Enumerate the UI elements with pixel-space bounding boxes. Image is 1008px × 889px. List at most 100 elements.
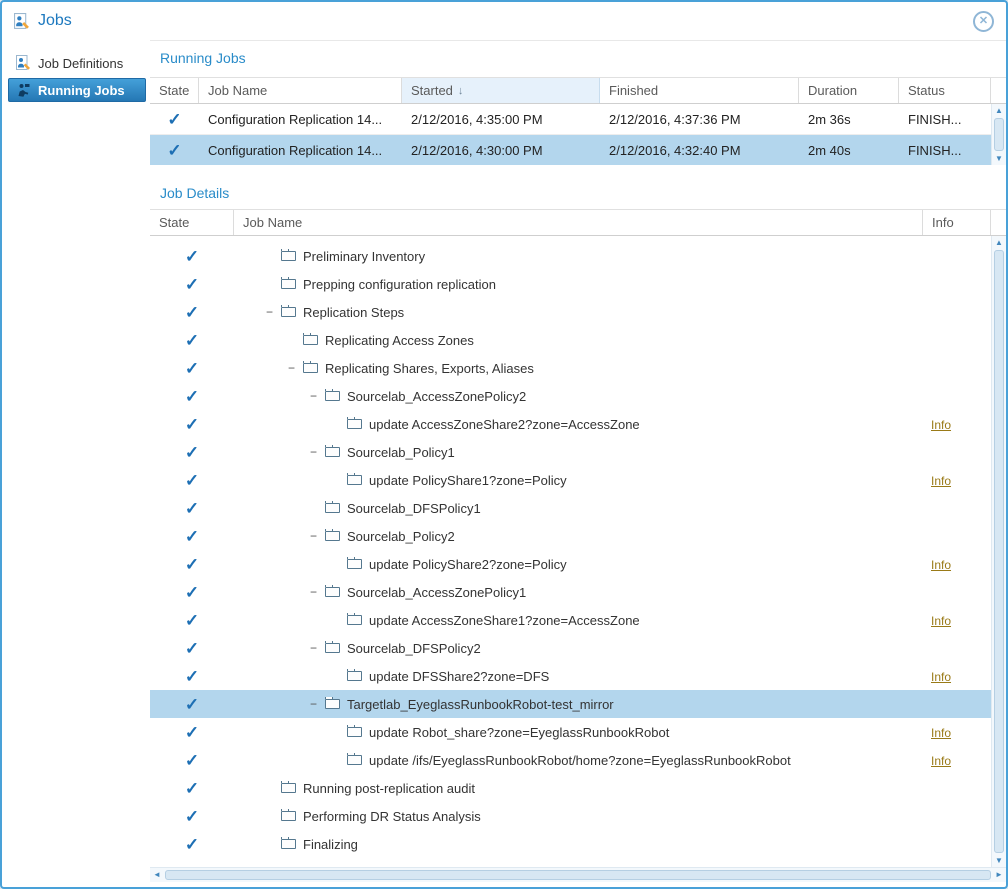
expander-collapse-icon[interactable]: − [266,305,280,319]
tree-row[interactable]: ✓ − Sourcelab_Policy2 [150,522,991,550]
cell-info: Info [923,473,991,488]
scrollbar-thumb[interactable] [994,118,1004,151]
info-link[interactable]: Info [931,670,951,684]
cell-finished: 2/12/2016, 4:37:36 PM [609,111,741,127]
cell-state: ✓ [150,556,234,573]
tree-row[interactable]: ✓ − Sourcelab_AccessZonePolicy2 [150,382,991,410]
tree-row[interactable]: ✓ update AccessZoneShare1?zone=AccessZone… [150,606,991,634]
tree-row[interactable]: ✓ − Sourcelab_AccessZonePolicy1 [150,578,991,606]
tree-row[interactable]: ✓ − Sourcelab_Policy1 [150,438,991,466]
check-icon: ✓ [184,442,200,462]
cell-state: ✓ [150,416,234,433]
tree-row[interactable]: ✓ Finalizing [150,830,991,858]
sidebar-item-job-definitions[interactable]: Job Definitions [8,51,146,75]
check-icon: ✓ [184,470,200,490]
info-link[interactable]: Info [931,754,951,768]
running-job-row[interactable]: ✓ Configuration Replication 14... 2/12/201… [150,104,991,135]
expander-collapse-icon[interactable]: − [310,585,324,599]
folder-icon [281,836,296,849]
cell-job-name: update Robot_share?zone=EyeglassRunbookR… [234,724,923,740]
cell-state: ✓ [150,388,234,405]
check-icon: ✓ [184,610,200,630]
column-header-label: State [159,83,190,98]
tree-row[interactable]: ✓ − Replication Steps [150,298,991,326]
tree-node-label: Sourcelab_DFSPolicy1 [347,500,481,516]
tree-row[interactable]: ✓ − Replicating Shares, Exports, Aliases [150,354,991,382]
info-link[interactable]: Info [931,726,951,740]
tree-row[interactable]: ✓ update DFSShare2?zone=DFS Info [150,662,991,690]
tree-row[interactable]: ✓ update PolicyShare1?zone=Policy Info [150,466,991,494]
cell-state: ✓ [150,612,234,629]
scrollbar-thumb[interactable] [165,870,991,880]
job-details-vscrollbar[interactable]: ▲ ▼ [991,236,1006,867]
cell-job-name: update AccessZoneShare1?zone=AccessZone [234,612,923,628]
sidebar-item-running-jobs[interactable]: Running Jobs [8,78,146,102]
column-header-job-name[interactable]: Job Name [234,210,923,235]
cell-state: ✓ [150,472,234,489]
expander-collapse-icon[interactable]: − [310,641,324,655]
cell-job-name: − Sourcelab_Policy1 [234,444,923,460]
info-link[interactable]: Info [931,474,951,488]
cell-state: ✓ [150,360,234,377]
info-link[interactable]: Info [931,418,951,432]
close-icon[interactable]: ✕ [973,10,994,32]
scrollbar-thumb[interactable] [994,250,1004,853]
cell-state: ✓ [150,304,234,321]
tree-row[interactable]: ✓ Preliminary Inventory [150,242,991,270]
column-header-status[interactable]: Status [899,78,991,103]
tree-row[interactable]: ✓ update AccessZoneShare2?zone=AccessZone… [150,410,991,438]
cell-job-name: Prepping configuration replication [234,276,923,292]
tree-row[interactable]: ✓ Performing DR Status Analysis [150,802,991,830]
column-header-label: Finished [609,83,659,98]
folder-icon [325,388,340,401]
folder-icon [347,724,362,737]
check-icon: ✓ [184,750,200,770]
tree-row[interactable]: ✓ Running post-replication audit [150,774,991,802]
cell-job-name: update PolicyShare2?zone=Policy [234,556,923,572]
column-header-job-name[interactable]: Job Name [199,78,402,103]
scroll-down-icon[interactable]: ▼ [992,854,1006,867]
expander-collapse-icon[interactable]: − [310,445,324,459]
expander-collapse-icon[interactable]: − [310,697,324,711]
column-header-label: Job Name [243,215,303,230]
tree-row[interactable]: ✓ − Targetlab_EyeglassRunbookRobot-test_mi… [150,690,991,718]
tree-row[interactable]: ✓ Replicating Access Zones [150,326,991,354]
expander-collapse-icon[interactable]: − [310,529,324,543]
column-header-info[interactable]: Info [923,210,991,235]
column-header-state[interactable]: State [150,78,199,103]
scroll-up-icon[interactable]: ▲ [992,236,1006,249]
column-header-finished[interactable]: Finished [600,78,799,103]
cell-state: ✓ [150,276,234,293]
job-details-hscrollbar[interactable]: ◄ ► [150,867,1006,882]
column-header-started[interactable]: Started ↓ [402,78,600,103]
tree-node-label: update Robot_share?zone=EyeglassRunbookR… [369,724,670,740]
cell-duration: 2m 40s [808,142,851,158]
check-icon: ✓ [184,302,200,322]
expander-collapse-icon[interactable]: − [310,389,324,403]
scroll-down-icon[interactable]: ▼ [992,152,1006,165]
tree-row[interactable]: ✓ Sourcelab_DFSPolicy1 [150,494,991,522]
scroll-up-icon[interactable]: ▲ [992,104,1006,117]
check-icon: ✓ [184,246,200,266]
scroll-left-icon[interactable]: ◄ [150,868,164,882]
tree-row[interactable]: ✓ update /ifs/EyeglassRunbookRobot/home?z… [150,746,991,774]
tree-row[interactable]: ✓ Prepping configuration replication [150,270,991,298]
expander-collapse-icon[interactable]: − [288,361,302,375]
tree-row[interactable]: ✓ update PolicyShare2?zone=Policy Info [150,550,991,578]
tree-node-label: Sourcelab_Policy1 [347,444,455,460]
info-link[interactable]: Info [931,614,951,628]
running-job-row[interactable]: ✓ Configuration Replication 14... 2/12/201… [150,135,991,165]
tree-row[interactable]: ✓ update Robot_share?zone=EyeglassRunbook… [150,718,991,746]
column-header-duration[interactable]: Duration [799,78,899,103]
cell-duration: 2m 36s [808,111,851,127]
tree-row[interactable]: ✓ − Sourcelab_DFSPolicy2 [150,634,991,662]
column-header-label: Info [932,215,954,230]
scroll-right-icon[interactable]: ► [992,868,1006,882]
tree-node-label: update AccessZoneShare1?zone=AccessZone [369,612,640,628]
info-link[interactable]: Info [931,558,951,572]
cell-state: ✓ [150,808,234,825]
cell-info: Info [923,613,991,628]
column-header-state[interactable]: State [150,210,234,235]
running-jobs-scrollbar[interactable]: ▲ ▼ [991,104,1006,165]
tree-node-label: update PolicyShare2?zone=Policy [369,556,567,572]
